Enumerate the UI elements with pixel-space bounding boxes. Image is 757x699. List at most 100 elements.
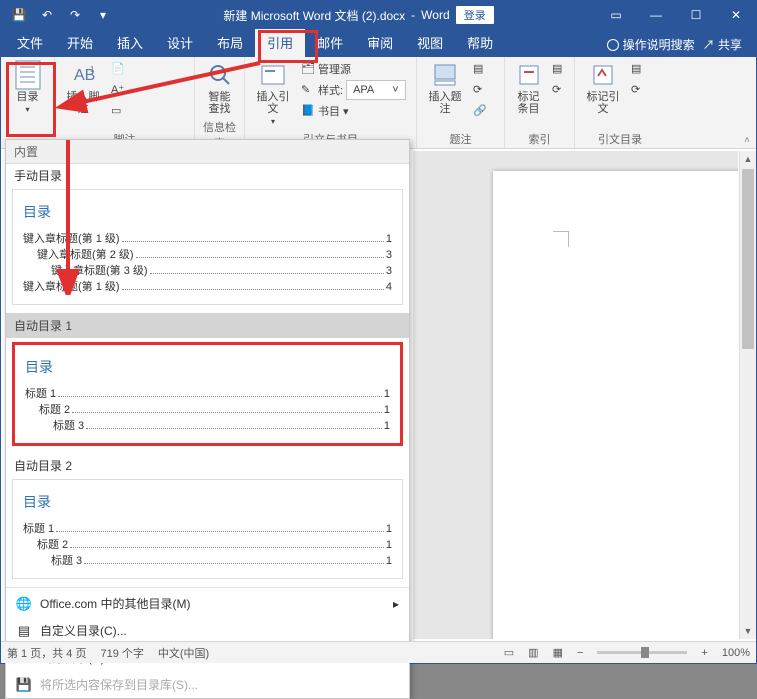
- zoom-in-icon[interactable]: +: [701, 647, 707, 659]
- language[interactable]: 中文(中国): [158, 645, 209, 661]
- scroll-up-icon[interactable]: ▲: [740, 151, 756, 167]
- page-count[interactable]: 第 1 页，共 4 页: [7, 645, 86, 661]
- citation-style[interactable]: ✎样式: APA˅: [299, 80, 408, 100]
- group-captions: 插入题注 ▤ ⟳ 🔗 题注: [417, 57, 505, 148]
- group-footnotes: AB1 插入脚注 📄 A⁺ ▭ 脚注: [55, 57, 195, 148]
- ribbon: 目录 ▾ AB1 插入脚注 📄 A⁺ ▭ 脚注: [1, 57, 756, 149]
- close-icon[interactable]: ✕: [716, 4, 756, 26]
- maximize-icon[interactable]: ☐: [676, 4, 716, 26]
- toc-auto1-preview[interactable]: 目录 标题 11标题 21标题 31: [12, 342, 403, 446]
- toc-auto2-preview[interactable]: 目录 标题 11标题 21标题 31: [12, 479, 403, 579]
- mark-entry-button[interactable]: 标记 条目: [511, 59, 546, 117]
- collapse-ribbon-icon[interactable]: ˄: [744, 135, 750, 146]
- toc-button[interactable]: 目录 ▾: [7, 59, 48, 116]
- app-name: Word: [421, 8, 449, 22]
- scroll-thumb[interactable]: [742, 169, 754, 349]
- mark-entry-icon: [515, 61, 543, 89]
- show-notes-icon: ▭: [111, 104, 125, 118]
- manage-sources-icon: 🗂: [301, 62, 315, 76]
- margin-corner-icon: [553, 231, 569, 247]
- toc-line: 标题 31: [25, 417, 390, 433]
- endnote-icon: 📄: [111, 62, 125, 76]
- style-dropdown[interactable]: APA˅: [346, 80, 406, 100]
- toa-group-label: 引文目录: [581, 129, 659, 147]
- toc-line: 标题 31: [23, 552, 392, 568]
- index-group-label: 索引: [511, 129, 568, 147]
- tab-view[interactable]: 视图: [405, 29, 455, 57]
- tab-review[interactable]: 审阅: [355, 29, 405, 57]
- bibliography-button[interactable]: 📘书目 ▾: [299, 101, 408, 121]
- minimize-icon[interactable]: —: [636, 4, 676, 26]
- mark-citation-icon: [589, 61, 617, 89]
- page[interactable]: [493, 171, 738, 639]
- smart-lookup-button[interactable]: 智能 查找: [201, 59, 238, 117]
- tof-icon: ▤: [473, 62, 487, 76]
- dd-builtin-header: 内置: [6, 140, 409, 164]
- insert-toa-button[interactable]: ▤: [629, 59, 647, 79]
- redo-icon[interactable]: ↷: [63, 4, 87, 26]
- toc-line: 键入章标题(第 3 级)3: [23, 262, 392, 278]
- next-footnote-button[interactable]: A⁺: [109, 80, 127, 100]
- tab-file[interactable]: 文件: [5, 29, 55, 57]
- group-research: 智能 查找 信息检索: [195, 57, 245, 148]
- group-toc: 目录 ▾: [1, 57, 55, 148]
- footnote-icon: AB1: [69, 61, 97, 89]
- toa-icon: ▤: [631, 62, 645, 76]
- preview-title: 目录: [23, 202, 392, 222]
- toc-dropdown: 内置 手动目录 目录 键入章标题(第 1 级)1键入章标题(第 2 级)3键入章…: [5, 139, 410, 699]
- save-gallery-icon: 💾: [16, 677, 32, 693]
- ribbon-options-icon[interactable]: ▭: [596, 4, 636, 26]
- toc-manual-preview[interactable]: 目录 键入章标题(第 1 级)1键入章标题(第 2 级)3键入章标题(第 3 级…: [12, 189, 403, 305]
- preview-title: 目录: [25, 357, 390, 377]
- insert-tof-button[interactable]: ▤: [471, 59, 489, 79]
- share-button[interactable]: ↗ 共享: [703, 36, 742, 53]
- tab-design[interactable]: 设计: [155, 29, 205, 57]
- tell-me[interactable]: 操作说明搜索: [607, 36, 695, 53]
- zoom-out-icon[interactable]: −: [577, 647, 583, 659]
- manage-sources-button[interactable]: 🗂管理源: [299, 59, 408, 79]
- tab-mailings[interactable]: 邮件: [305, 29, 355, 57]
- insert-endnote-button[interactable]: 📄: [109, 59, 127, 79]
- view-print-icon[interactable]: ▥: [528, 646, 538, 659]
- view-read-icon[interactable]: ▭: [504, 646, 514, 659]
- zoom-slider[interactable]: [597, 651, 687, 654]
- insert-caption-button[interactable]: 插入题注: [423, 59, 467, 117]
- scroll-down-icon[interactable]: ▼: [740, 623, 756, 639]
- document-area: [413, 151, 738, 639]
- zoom-level[interactable]: 100%: [722, 647, 750, 659]
- login-button[interactable]: 登录: [456, 6, 494, 24]
- search-icon: [206, 61, 234, 89]
- view-web-icon[interactable]: ▦: [553, 646, 563, 659]
- tab-insert[interactable]: 插入: [105, 29, 155, 57]
- title-text: 新建 Microsoft Word 文档 (2).docx - Word 登录: [121, 6, 596, 24]
- mark-citation-button[interactable]: 标记引文: [581, 59, 625, 117]
- tab-home[interactable]: 开始: [55, 29, 105, 57]
- chevron-down-icon: ˅: [392, 84, 398, 96]
- mark-citation-label: 标记引文: [583, 91, 623, 115]
- insert-citation-button[interactable]: 插入引文 ▾: [251, 59, 295, 128]
- update-index-icon: ⟳: [552, 83, 566, 97]
- qat-more-icon[interactable]: ▾: [91, 4, 115, 26]
- toc-line: 标题 11: [23, 520, 392, 536]
- tab-layout[interactable]: 布局: [205, 29, 255, 57]
- cross-ref-button[interactable]: 🔗: [471, 101, 489, 121]
- update-icon: ⟳: [473, 83, 487, 97]
- undo-icon[interactable]: ↶: [35, 4, 59, 26]
- save-icon[interactable]: 💾: [7, 4, 31, 26]
- preview-title: 目录: [23, 492, 392, 512]
- toc-line: 键入章标题(第 2 级)3: [23, 246, 392, 262]
- insert-index-button[interactable]: ▤: [550, 59, 568, 79]
- tab-references[interactable]: 引用: [255, 29, 305, 57]
- svg-text:1: 1: [90, 65, 95, 74]
- tab-help[interactable]: 帮助: [455, 29, 505, 57]
- dd-more-office[interactable]: 🌐Office.com 中的其他目录(M)▸: [6, 590, 409, 617]
- update-index-button[interactable]: ⟳: [550, 80, 568, 100]
- group-index: 标记 条目 ▤ ⟳ 索引: [505, 57, 575, 148]
- insert-footnote-button[interactable]: AB1 插入脚注: [61, 59, 105, 117]
- dd-custom-toc[interactable]: ▤自定义目录(C)...: [6, 617, 409, 644]
- vertical-scrollbar[interactable]: ▲ ▼: [739, 151, 756, 639]
- update-table-button[interactable]: ⟳: [471, 80, 489, 100]
- update-toa-button[interactable]: ⟳: [629, 80, 647, 100]
- show-notes-button[interactable]: ▭: [109, 101, 127, 121]
- word-count[interactable]: 719 个字: [100, 645, 143, 661]
